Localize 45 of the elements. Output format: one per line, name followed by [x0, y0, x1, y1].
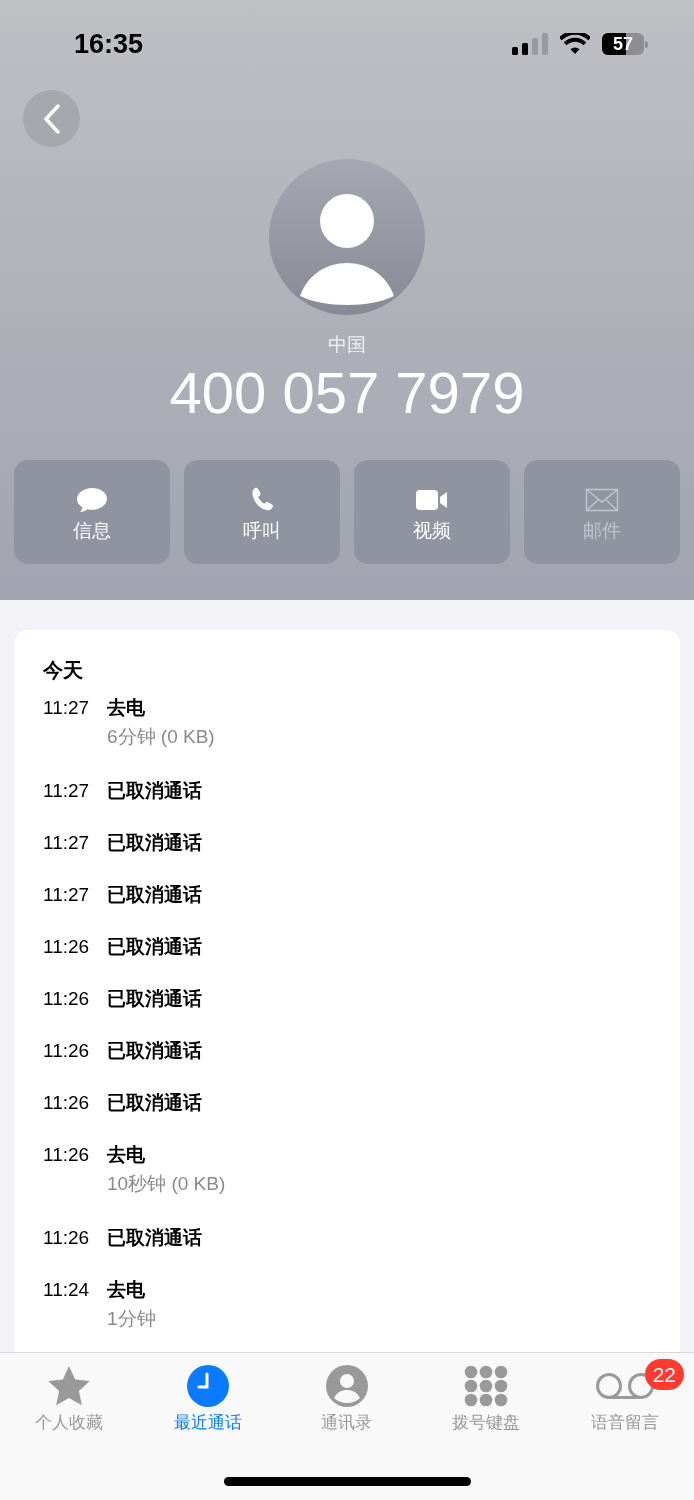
call-detail: 6分钟 (0 KB)	[107, 727, 215, 746]
call-type: 去电	[107, 1145, 146, 1164]
call-type: 已取消通话	[107, 937, 202, 956]
call-type: 已取消通话	[107, 885, 202, 904]
call-type: 已取消通话	[107, 1228, 202, 1247]
wifi-icon	[560, 33, 590, 55]
call-action-button[interactable]: 呼叫	[184, 460, 340, 564]
call-detail: 10秒钟 (0 KB)	[107, 1174, 226, 1193]
call-time: 11:27	[43, 885, 91, 907]
voicemail-icon	[594, 1372, 655, 1400]
signal-icon	[512, 33, 548, 55]
call-time: 11:26	[43, 1093, 91, 1115]
keypad-icon	[463, 1365, 508, 1407]
call-type: 去电	[107, 698, 146, 717]
contact-region: 中国	[328, 335, 366, 354]
notification-badge: 22	[644, 1359, 684, 1390]
tab-item[interactable]: 个人收藏	[0, 1363, 139, 1431]
call-detail: 1分钟	[107, 1309, 156, 1328]
tab-item[interactable]: 拨号键盘	[416, 1363, 556, 1431]
call-time: 11:26	[43, 1228, 91, 1250]
call-type: 已取消通话	[107, 989, 202, 1008]
call-time: 11:24	[43, 1280, 91, 1302]
call-time: 11:27	[43, 833, 91, 855]
avatar-icon	[269, 159, 425, 315]
chevron-left-icon	[42, 103, 61, 134]
call-type: 已取消通话	[107, 781, 202, 800]
contact-number: 400 057 7979	[169, 364, 525, 422]
history-date: 今天	[43, 660, 84, 680]
call-type: 已取消通话	[107, 1041, 202, 1060]
tab-item[interactable]: 通讯录	[277, 1363, 417, 1431]
call-type: 已取消通话	[107, 833, 202, 852]
video-action-button[interactable]: 视频	[354, 460, 510, 564]
call-type: 去电	[107, 1280, 146, 1299]
message-action-button[interactable]: 信息	[14, 460, 170, 564]
call-time: 11:26	[43, 989, 91, 1011]
call-type: 已取消通话	[107, 1093, 202, 1112]
call-time: 11:27	[43, 698, 91, 720]
clock-icon	[187, 1365, 230, 1407]
call-time: 11:26	[43, 1145, 91, 1167]
tab-item[interactable]: 最近通话	[138, 1363, 278, 1431]
status-time: 16:35	[74, 27, 144, 61]
person-circle-icon	[326, 1365, 368, 1407]
call-time: 11:26	[43, 937, 91, 959]
call-time: 11:27	[43, 781, 91, 803]
call-time: 11:26	[43, 1041, 91, 1063]
